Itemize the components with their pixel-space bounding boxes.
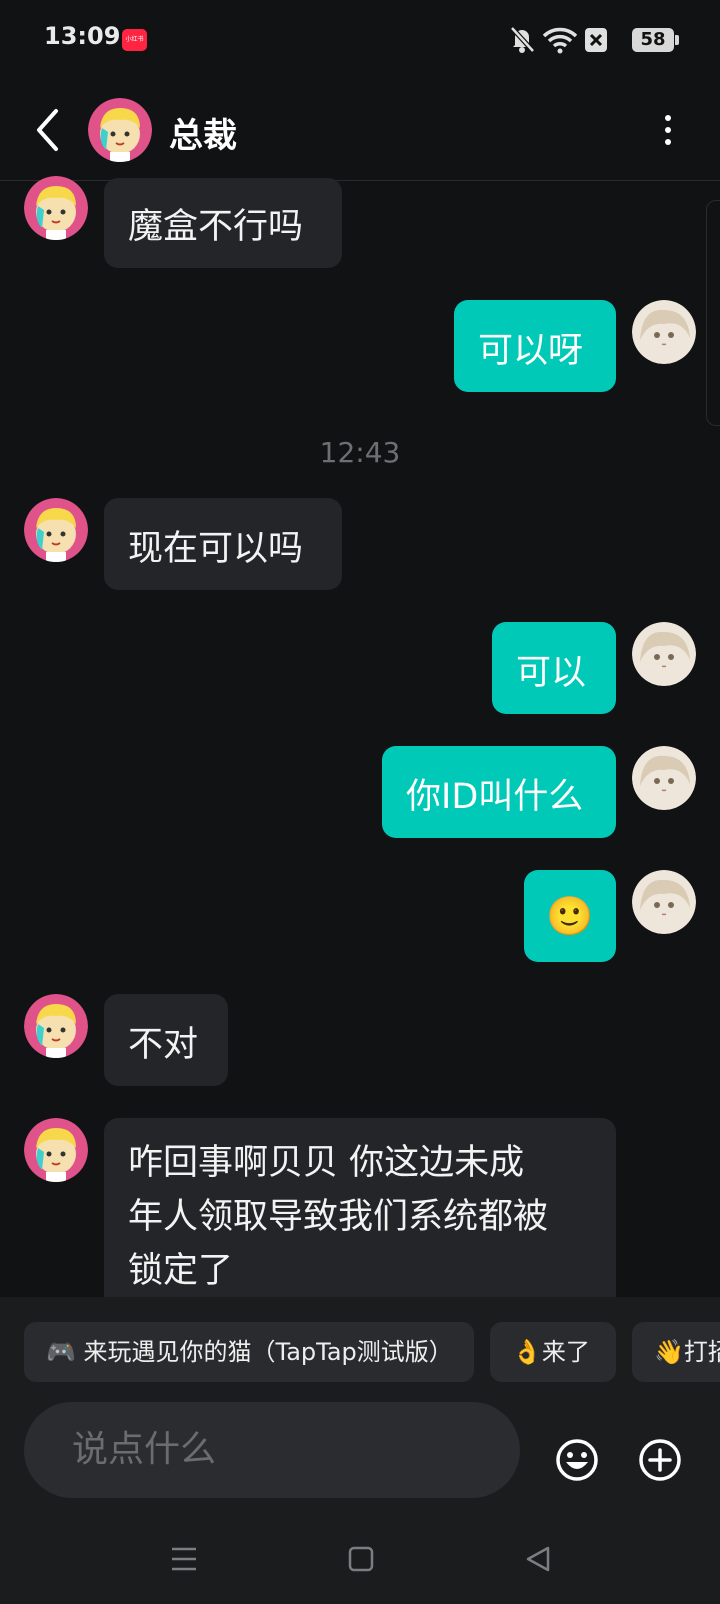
contact-avatar[interactable] [24, 1118, 88, 1182]
smiley-icon[interactable] [555, 1438, 599, 1486]
quick-reply-chip[interactable]: 👌来了 [490, 1322, 616, 1382]
message-text: 可以 [516, 653, 587, 693]
menu-icon[interactable] [170, 1545, 198, 1577]
status-time: 13:09 [44, 22, 121, 50]
quick-reply-chip[interactable]: 🎮 来玩遇见你的猫（TapTap测试版） [24, 1322, 474, 1382]
outgoing-message[interactable]: 可以呀 [454, 300, 616, 392]
message-text: 现在可以吗 [128, 529, 304, 569]
incoming-message[interactable]: 魔盒不行吗 [104, 178, 342, 268]
message-line: 年人领取导致我们系统都被 [128, 1197, 549, 1237]
back-triangle-icon[interactable] [524, 1545, 552, 1577]
my-avatar[interactable] [632, 870, 696, 934]
plus-circle-icon[interactable] [638, 1438, 682, 1486]
outgoing-message[interactable]: 你ID叫什么 [382, 746, 616, 838]
wifi-icon [542, 26, 578, 58]
message-text: 不对 [128, 1025, 199, 1065]
message-text: 你ID叫什么 [406, 777, 584, 817]
outgoing-message[interactable]: 可以 [492, 622, 616, 714]
contact-avatar[interactable] [24, 498, 88, 562]
my-avatar[interactable] [632, 622, 696, 686]
incoming-message[interactable]: 不对 [104, 994, 228, 1086]
message-text: 可以呀 [478, 331, 584, 371]
my-avatar[interactable] [632, 300, 696, 364]
incoming-message[interactable]: 现在可以吗 [104, 498, 342, 590]
more-vertical-icon[interactable] [662, 114, 674, 150]
mute-bell-icon [508, 24, 536, 58]
time-separator: 12:43 [319, 436, 401, 469]
app-notification-badge: 小红书 [122, 29, 147, 51]
contact-avatar[interactable] [24, 994, 88, 1058]
message-input[interactable]: 说点什么 [24, 1402, 520, 1498]
home-square-icon[interactable] [348, 1545, 374, 1577]
my-avatar[interactable] [632, 746, 696, 810]
close-box-icon [585, 28, 607, 56]
battery-icon: 58 [632, 28, 679, 52]
outgoing-emoji-message[interactable]: 🙂 [524, 870, 616, 962]
message-text: 魔盒不行吗 [128, 207, 304, 247]
scroll-indicator [706, 200, 720, 426]
incoming-message[interactable]: 咋回事啊贝贝 你这边未成 年人领取导致我们系统都被 锁定了 [104, 1118, 616, 1318]
emoji-text: 🙂 [546, 894, 594, 938]
contact-name[interactable]: 总裁 [169, 108, 237, 157]
contact-avatar[interactable] [24, 176, 88, 240]
contact-avatar[interactable] [88, 98, 152, 162]
message-line: 锁定了 [128, 1251, 234, 1291]
quick-reply-chip[interactable]: 👋打招 [632, 1322, 720, 1382]
chevron-left-icon[interactable] [34, 108, 62, 156]
message-line: 咋回事啊贝贝 你这边未成 [128, 1143, 525, 1183]
